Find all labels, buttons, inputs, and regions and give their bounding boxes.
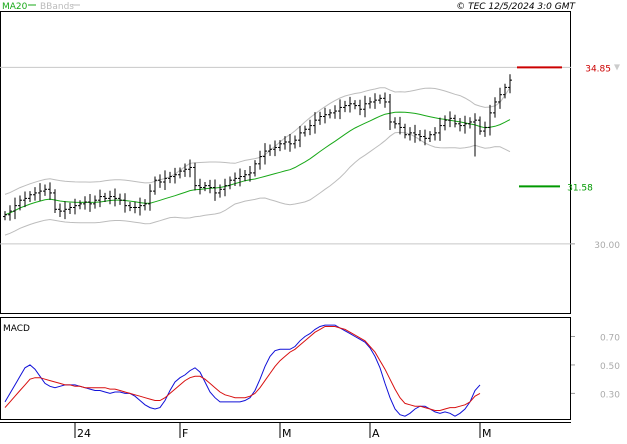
resistance-marker-icon (614, 64, 620, 71)
copyright-stamp: © TEC 12/5/2024 3:0 GMT (456, 2, 576, 12)
macd-tick-label: 0.70 (600, 333, 620, 343)
macd-panel (0, 317, 571, 420)
chart-canvas: MA20 BBands © TEC 12/5/2024 3:0 GMT MACD… (0, 2, 620, 440)
bbands-legend: BBands (40, 2, 74, 12)
time-tick-label: F (182, 427, 188, 440)
resistance-level-label: 34.85 (585, 64, 611, 74)
time-tick-label: M (282, 427, 292, 440)
time-tick-label: M (482, 427, 492, 440)
time-tick-label: 24 (77, 427, 91, 440)
price-panel (0, 11, 571, 314)
macd-tick-label: 0.50 (600, 362, 620, 372)
macd-title: MACD (3, 324, 30, 334)
stock-chart: MA20 BBands © TEC 12/5/2024 3:0 GMT MACD… (0, 0, 627, 440)
support-level-label: 31.58 (567, 183, 593, 193)
macd-tick-label: 0.30 (600, 390, 620, 400)
time-tick-label: A (372, 427, 380, 440)
ma20-legend: MA20 (2, 2, 28, 12)
price-tick-label: 30.00 (594, 241, 620, 251)
